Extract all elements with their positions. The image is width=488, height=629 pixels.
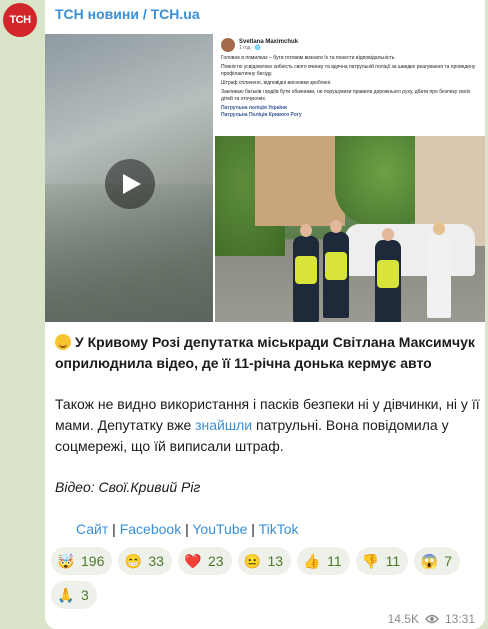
media-album: Svetlana Maximchuk 1 год · 🌐 Головне в п… bbox=[45, 34, 485, 322]
facebook-post-screenshot: Svetlana Maximchuk 1 год · 🌐 Головне в п… bbox=[215, 34, 485, 134]
mind-blown-icon: 🤯 bbox=[57, 552, 75, 569]
reaction-count: 11 bbox=[385, 553, 401, 569]
reaction-count: 23 bbox=[207, 553, 224, 569]
photo-head bbox=[382, 228, 394, 241]
reaction-count: 11 bbox=[327, 553, 342, 569]
fb-paragraph: Головне в помилках – бути готовим визнат… bbox=[221, 55, 396, 61]
found-link[interactable]: знайшли bbox=[195, 417, 252, 433]
reaction-grin[interactable]: 😁 33 bbox=[118, 547, 172, 575]
photo-woman bbox=[427, 234, 451, 318]
post-headline: У Кривому Розі депутатка міськради Світл… bbox=[55, 332, 480, 374]
eye-icon bbox=[425, 614, 439, 624]
neutral-face-icon: 😐 bbox=[243, 552, 262, 569]
link-separator: | bbox=[108, 521, 120, 537]
reaction-count: 196 bbox=[81, 553, 105, 569]
fb-post-header: Svetlana Maximchuk 1 год · 🌐 bbox=[221, 38, 479, 52]
message-bubble: ТСН новини / TCH.ua Svetlana Maximchuk 1… bbox=[45, 0, 485, 629]
fb-paragraph: Штраф сплачено, відповідні висновки зроб… bbox=[221, 80, 332, 86]
channel-avatar[interactable]: ТСН bbox=[3, 3, 37, 37]
photo-vest bbox=[325, 252, 347, 280]
play-icon bbox=[123, 174, 141, 194]
reaction-pray[interactable]: 🙏 3 bbox=[51, 581, 97, 609]
link-separator: | bbox=[181, 521, 193, 537]
thumbs-up-icon: 👍 bbox=[303, 552, 321, 569]
link-tiktok[interactable]: TikTok bbox=[259, 521, 299, 537]
reaction-count: 3 bbox=[81, 587, 89, 603]
message-time: 13:31 bbox=[444, 612, 475, 626]
reaction-heart[interactable]: ❤️ 23 bbox=[177, 547, 232, 575]
reactions-bar: 🤯 196 😁 33 ❤️ 23 😐 13 👍 11 👎 11 😱 7 🙏 3 bbox=[51, 547, 481, 609]
fb-tag: Патрульна поліція України bbox=[221, 105, 288, 111]
reaction-count: 33 bbox=[148, 553, 164, 569]
play-button[interactable] bbox=[105, 159, 155, 209]
link-site[interactable]: Сайт bbox=[76, 521, 108, 537]
video-source: Відео: Свої.Кривий Ріг bbox=[55, 479, 201, 495]
photo-head bbox=[300, 224, 312, 237]
photo-vest bbox=[377, 260, 399, 288]
reaction-neutral[interactable]: 😐 13 bbox=[237, 547, 292, 575]
channel-name[interactable]: ТСН новини / TCH.ua bbox=[55, 6, 200, 22]
photo-thumbnail[interactable]: Svetlana Maximchuk 1 год · 🌐 Головне в п… bbox=[215, 34, 485, 322]
photo-building bbox=[255, 136, 345, 226]
photo-vest bbox=[295, 256, 317, 284]
reaction-thumbs-down[interactable]: 👎 11 bbox=[355, 547, 409, 575]
fb-time: 1 год · 🌐 bbox=[239, 45, 262, 51]
photo-car bbox=[345, 224, 475, 276]
social-links: Сайт | Facebook | YouTube | TikTok bbox=[76, 521, 299, 537]
reaction-scream[interactable]: 😱 7 bbox=[414, 547, 460, 575]
reaction-mind-blown[interactable]: 🤯 196 bbox=[51, 547, 113, 575]
wink-emoji-icon bbox=[55, 334, 71, 350]
link-separator: | bbox=[247, 521, 259, 537]
link-youtube[interactable]: YouTube bbox=[192, 521, 247, 537]
view-count: 14.5K bbox=[387, 612, 419, 626]
fb-post-text: Головне в помилках – бути готовим визнат… bbox=[221, 55, 479, 119]
scream-icon: 😱 bbox=[420, 552, 438, 569]
police-photo bbox=[215, 136, 485, 322]
link-facebook[interactable]: Facebook bbox=[120, 521, 181, 537]
pray-icon: 🙏 bbox=[57, 586, 75, 603]
heart-icon: ❤️ bbox=[184, 552, 202, 569]
fb-avatar bbox=[221, 38, 235, 52]
reaction-count: 7 bbox=[444, 553, 452, 569]
reaction-count: 13 bbox=[267, 553, 284, 569]
grin-icon: 😁 bbox=[124, 552, 143, 569]
fb-tag: Патрульна Поліція Кривого Рогу bbox=[221, 112, 302, 118]
message-meta: 14.5K 13:31 bbox=[388, 612, 475, 626]
reaction-thumbs-up[interactable]: 👍 11 bbox=[297, 547, 350, 575]
photo-head bbox=[330, 220, 342, 233]
post-body: Також не видно використання і пасків без… bbox=[55, 394, 480, 457]
photo-head bbox=[433, 222, 445, 235]
video-thumbnail[interactable] bbox=[45, 34, 213, 322]
fb-paragraph: Закликаю батьків і водіїв бути обачними,… bbox=[221, 89, 471, 102]
headline-text: У Кривому Розі депутатка міськради Світл… bbox=[55, 334, 475, 371]
thumbs-down-icon: 👎 bbox=[361, 552, 380, 569]
fb-paragraph: Повністю усвідомлюю хибність свого вчинк… bbox=[221, 64, 476, 77]
